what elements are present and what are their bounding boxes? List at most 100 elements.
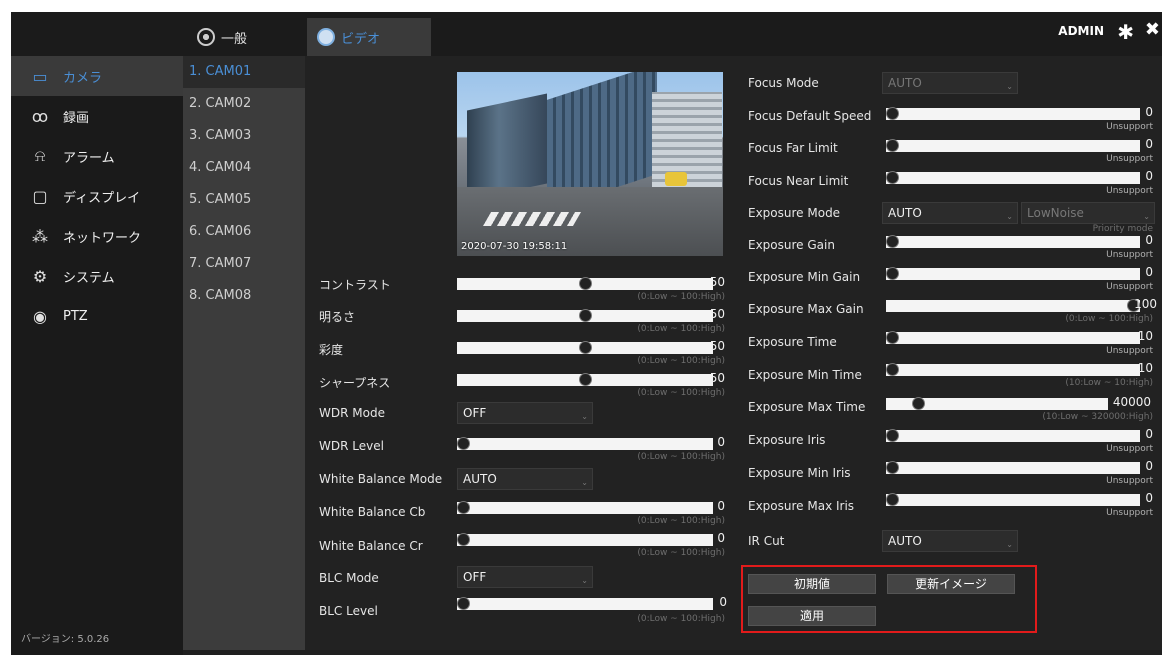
- ir-cut-select[interactable]: AUTO ⌄: [882, 530, 1018, 552]
- tab-video[interactable]: ビデオ: [307, 18, 431, 56]
- focus-far-limit-label: Focus Far Limit: [748, 141, 838, 155]
- slider-knob[interactable]: [886, 139, 899, 152]
- slider-knob[interactable]: [457, 437, 470, 450]
- camera-list-item[interactable]: 7. CAM07: [183, 248, 305, 280]
- contrast-range-hint: (0:Low ~ 100:High): [637, 292, 725, 302]
- slider-knob[interactable]: [886, 493, 899, 506]
- video-tab-icon: [317, 28, 335, 46]
- brightness-slider[interactable]: [457, 309, 713, 322]
- exposure-priority-select[interactable]: LowNoise ⌄: [1021, 202, 1155, 224]
- sidebar-item-system[interactable]: ⚙ システム: [11, 256, 183, 296]
- focus-near-limit-slider[interactable]: [886, 171, 1140, 184]
- slider-knob[interactable]: [578, 277, 592, 290]
- tab-general-label: 一般: [221, 31, 248, 47]
- white-balance-cb-value: 0: [717, 499, 725, 513]
- slider-knob[interactable]: [912, 397, 926, 410]
- exposure-max-iris-slider[interactable]: [886, 493, 1140, 506]
- sidebar-item-display[interactable]: ▢ ディスプレイ: [11, 176, 183, 216]
- sidebar-item-alarm[interactable]: ⍾ アラーム: [11, 136, 183, 176]
- sidebar-item-label: ネットワーク: [63, 230, 142, 246]
- slider-knob[interactable]: [578, 309, 592, 322]
- white-balance-cb-slider[interactable]: [457, 501, 713, 514]
- settings-gear-icon[interactable]: ✱: [1117, 20, 1134, 44]
- sidebar-item-label: システム: [63, 270, 115, 286]
- slider-knob[interactable]: [886, 107, 899, 120]
- sidebar-item-camera[interactable]: ▭ カメラ: [11, 56, 183, 96]
- close-icon[interactable]: ✖: [1145, 19, 1160, 40]
- exposure-max-gain-slider[interactable]: [886, 299, 1140, 312]
- exposure-iris-value: 0: [1145, 427, 1153, 441]
- exposure-mode-select[interactable]: AUTO ⌄: [882, 202, 1018, 224]
- camera-list-item[interactable]: 4. CAM04: [183, 152, 305, 184]
- camera-list-item[interactable]: 5. CAM05: [183, 184, 305, 216]
- camera-list-item[interactable]: 6. CAM06: [183, 216, 305, 248]
- exposure-min-iris-label: Exposure Min Iris: [748, 466, 851, 480]
- blc-mode-value: OFF: [463, 570, 487, 584]
- saturation-slider[interactable]: [457, 341, 713, 354]
- chevron-down-icon: ⌄: [1006, 540, 1013, 549]
- slider-knob[interactable]: [886, 235, 899, 248]
- slider-knob[interactable]: [886, 363, 899, 376]
- slider-knob[interactable]: [886, 461, 899, 474]
- exposure-iris-slider[interactable]: [886, 429, 1140, 442]
- blc-level-slider[interactable]: [457, 597, 713, 610]
- ir-cut-value: AUTO: [888, 534, 922, 548]
- camera-icon: ▭: [32, 66, 48, 86]
- slider-knob[interactable]: [886, 429, 899, 442]
- exposure-min-time-range-hint: (10:Low ~ 10:High): [1065, 378, 1153, 388]
- exposure-gain-slider[interactable]: [886, 235, 1140, 248]
- white-balance-mode-label: White Balance Mode: [319, 472, 443, 486]
- slider-knob[interactable]: [886, 331, 899, 344]
- user-name: ADMIN: [1058, 24, 1104, 38]
- sharpness-slider[interactable]: [457, 373, 713, 386]
- slider-knob[interactable]: [457, 597, 470, 610]
- white-balance-cr-slider[interactable]: [457, 533, 713, 546]
- slider-knob[interactable]: [457, 501, 470, 514]
- camera-list-item[interactable]: 1. CAM01: [183, 56, 305, 88]
- focus-far-limit-slider[interactable]: [886, 139, 1140, 152]
- exposure-max-iris-label: Exposure Max Iris: [748, 499, 855, 513]
- gear-icon: ⚙: [32, 266, 48, 286]
- camera-list-item[interactable]: 2. CAM02: [183, 88, 305, 120]
- camera-list-item[interactable]: 3. CAM03: [183, 120, 305, 152]
- exposure-time-slider[interactable]: [886, 331, 1140, 344]
- contrast-slider[interactable]: [457, 277, 713, 290]
- focus-mode-label: Focus Mode: [748, 76, 819, 90]
- blc-level-label: BLC Level: [319, 604, 378, 618]
- slider-knob[interactable]: [578, 373, 592, 386]
- focus-default-speed-slider[interactable]: [886, 107, 1140, 120]
- focus-default-speed-value: 0: [1145, 105, 1153, 119]
- slider-knob[interactable]: [886, 171, 899, 184]
- exposure-min-time-slider[interactable]: [886, 363, 1140, 376]
- wdr-level-slider[interactable]: [457, 437, 713, 450]
- exposure-max-time-slider[interactable]: [886, 397, 1108, 410]
- blc-mode-select[interactable]: OFF ⌄: [457, 566, 593, 588]
- contrast-label: コントラスト: [319, 278, 391, 292]
- preview-timestamp: 2020-07-30 19:58:11: [461, 241, 568, 252]
- exposure-time-value: 10: [1137, 329, 1153, 343]
- sidebar-item-ptz[interactable]: ◉ PTZ: [11, 296, 183, 336]
- general-tab-icon: [197, 28, 215, 46]
- highlight-box: [741, 565, 1037, 633]
- focus-far-limit-hint: Unsupport: [1106, 154, 1153, 164]
- slider-knob[interactable]: [886, 267, 899, 280]
- exposure-priority-value: LowNoise: [1027, 206, 1084, 220]
- wdr-mode-select[interactable]: OFF ⌄: [457, 402, 593, 424]
- white-balance-mode-select[interactable]: AUTO ⌄: [457, 468, 593, 490]
- sidebar-item-recording[interactable]: ꝏ 録画: [11, 96, 183, 136]
- exposure-min-gain-slider[interactable]: [886, 267, 1140, 280]
- tab-general[interactable]: 一般: [187, 18, 299, 56]
- slider-knob[interactable]: [457, 533, 470, 546]
- slider-knob[interactable]: [578, 341, 592, 354]
- sidebar-item-network[interactable]: ⁂ ネットワーク: [11, 216, 183, 256]
- camera-list-item[interactable]: 8. CAM08: [183, 280, 305, 312]
- wdr-level-label: WDR Level: [319, 439, 384, 453]
- focus-mode-select[interactable]: AUTO ⌄: [882, 72, 1018, 94]
- brightness-label: 明るさ: [319, 310, 356, 324]
- ptz-icon: ◉: [33, 306, 47, 326]
- exposure-max-gain-value: 100: [1134, 297, 1157, 311]
- white-balance-cr-label: White Balance Cr: [319, 539, 423, 553]
- exposure-min-iris-slider[interactable]: [886, 461, 1140, 474]
- exposure-min-iris-hint: Unsupport: [1106, 476, 1153, 486]
- white-balance-mode-value: AUTO: [463, 472, 497, 486]
